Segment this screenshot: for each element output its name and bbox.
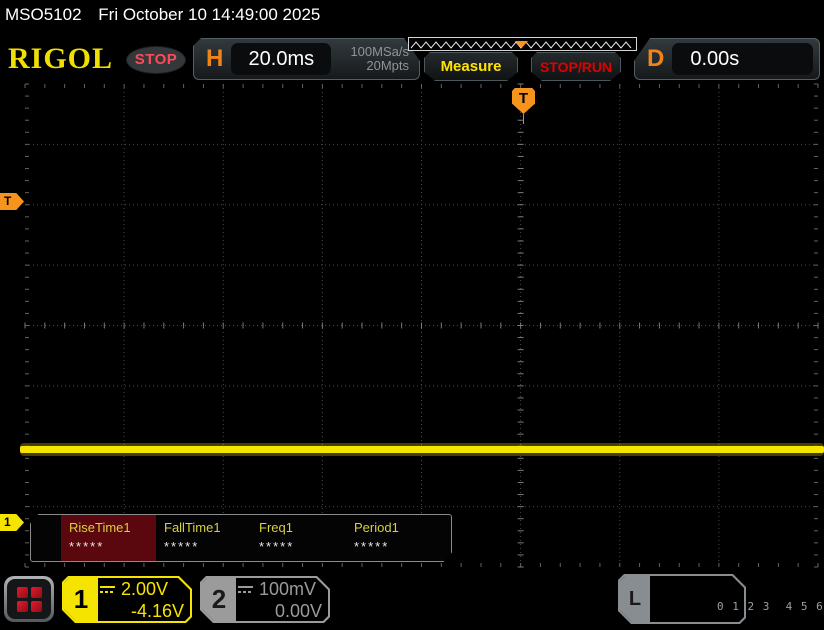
dc-coupling-icon xyxy=(238,586,253,593)
menu-grid-icon[interactable] xyxy=(4,576,54,622)
horizontal-icon: H xyxy=(206,45,224,72)
measurement-falltime[interactable]: FallTime1 ***** xyxy=(156,515,251,561)
channel2-badge[interactable]: 2 100mV 0.00V xyxy=(200,576,330,623)
trigger-position-stem xyxy=(523,114,524,124)
status-bar: MSO5102 Fri October 10 14:49:00 2025 xyxy=(0,0,824,32)
channel1-offset: -4.16V xyxy=(130,601,184,621)
delay-value[interactable]: 0.00s xyxy=(672,43,813,75)
graticule xyxy=(20,83,824,568)
measurement-risetime[interactable]: RiseTime1 ***** xyxy=(61,515,156,561)
acquisition-info: 100MSa/s 20Mpts xyxy=(331,45,419,73)
channel1-scale: 2.00V xyxy=(121,579,169,599)
waveform-memory-bar[interactable] xyxy=(408,37,637,51)
measurement-freq[interactable]: Freq1 ***** xyxy=(251,515,346,561)
channel2-offset: 0.00V xyxy=(274,601,322,621)
oscilloscope-screen: MSO5102 Fri October 10 14:49:00 2025 RIG… xyxy=(0,0,824,630)
run-state-badge: STOP xyxy=(126,46,186,74)
channel2-number: 2 xyxy=(202,578,236,621)
logic-analyzer-badge[interactable]: L 0 1 2 3 4 5 6 7 8 9 1011 12131415 xyxy=(618,574,823,624)
sample-rate: 100MSa/s xyxy=(350,44,409,59)
channel2-scale: 100mV xyxy=(259,579,317,599)
measurement-period[interactable]: Period1 ***** xyxy=(346,515,441,561)
rigol-logo: RIGOL xyxy=(8,42,114,75)
memory-waveform-icon xyxy=(410,41,632,49)
timebase-value[interactable]: 20.0ms xyxy=(231,43,331,75)
display-area: T T 1 RiseTime1 ***** FallTime1 ***** Fr… xyxy=(0,80,824,572)
horizontal-panel[interactable]: H 20.0ms 100MSa/s 20Mpts xyxy=(193,38,420,80)
datetime: Fri October 10 14:49:00 2025 xyxy=(98,5,321,24)
model-name: MSO5102 xyxy=(5,5,82,24)
dc-coupling-icon xyxy=(100,586,115,593)
bottom-bar: 1 2.00V -4.16V 2 100mV 0.00V L 0 1 2 3 4… xyxy=(0,572,824,630)
logic-channel-numbers: 0 1 2 3 4 5 6 7 8 9 1011 12131415 xyxy=(716,600,824,613)
stop-run-button[interactable]: STOP/RUN xyxy=(531,52,621,81)
channel1-number: 1 xyxy=(64,578,98,621)
measurement-panel[interactable]: RiseTime1 ***** FallTime1 ***** Freq1 **… xyxy=(30,514,452,562)
logic-label: L xyxy=(620,576,650,622)
memory-depth: 20Mpts xyxy=(366,58,409,73)
delay-icon: D xyxy=(647,45,665,72)
delay-panel[interactable]: D 0.00s xyxy=(634,38,820,80)
channel1-badge[interactable]: 1 2.00V -4.16V xyxy=(62,576,192,623)
measure-button[interactable]: Measure xyxy=(424,52,518,81)
